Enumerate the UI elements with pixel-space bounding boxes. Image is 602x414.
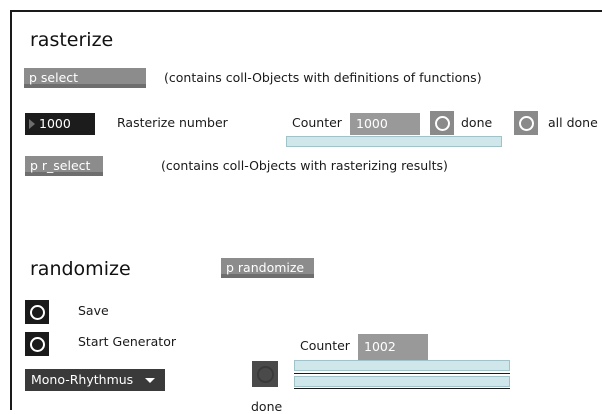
bang-ring-icon: [434, 115, 450, 131]
bang-ring-icon: [518, 115, 534, 131]
bang-ring-icon: [29, 304, 45, 320]
randomize-done-label: done: [251, 399, 283, 414]
p-select-object[interactable]: p select: [24, 68, 146, 88]
rhythm-menu-dropdown[interactable]: Mono-Rhythmus: [25, 369, 165, 391]
rasterize-number-box[interactable]: 1000: [25, 113, 95, 135]
randomize-counter-label: Counter: [300, 338, 350, 353]
save-bang-button[interactable]: [25, 300, 49, 324]
randomize-done-bang-button[interactable]: [252, 361, 278, 387]
bang-ring-icon: [256, 365, 274, 383]
done-bang-button[interactable]: [430, 111, 454, 135]
save-label: Save: [78, 303, 109, 318]
randomize-counter-field[interactable]: 1002: [358, 334, 428, 360]
number-triangle-icon: [29, 119, 35, 129]
divider-line: [294, 373, 510, 374]
bang-ring-icon: [29, 336, 45, 352]
all-done-label: all done: [548, 115, 598, 130]
patcher-window: rasterize p select (contains coll-Object…: [10, 10, 602, 414]
start-generator-bang-button[interactable]: [25, 332, 49, 356]
counter-label: Counter: [292, 115, 342, 130]
randomize-heading: randomize: [30, 258, 131, 280]
done-label: done: [461, 115, 493, 130]
rasterize-number-label: Rasterize number: [117, 115, 228, 130]
randomize-slider-1[interactable]: [294, 360, 510, 371]
p-r-select-object[interactable]: p r_select: [25, 156, 103, 176]
p-select-note: (contains coll-Objects with definitions …: [164, 70, 482, 85]
rasterize-heading: rasterize: [30, 29, 114, 51]
p-randomize-object[interactable]: p randomize: [221, 258, 314, 278]
start-generator-label: Start Generator: [78, 334, 176, 349]
p-r-select-note: (contains coll-Objects with rasterizing …: [161, 158, 448, 173]
counter-value-field[interactable]: 1000: [350, 113, 420, 135]
chevron-down-icon: [145, 378, 155, 383]
all-done-bang-button[interactable]: [514, 111, 538, 135]
rasterize-number-value: 1000: [39, 116, 71, 131]
rasterize-progress-slider[interactable]: [286, 136, 502, 147]
menu-selected-value: Mono-Rhythmus: [31, 372, 134, 387]
randomize-slider-2[interactable]: [294, 376, 510, 387]
divider-line: [294, 388, 510, 389]
